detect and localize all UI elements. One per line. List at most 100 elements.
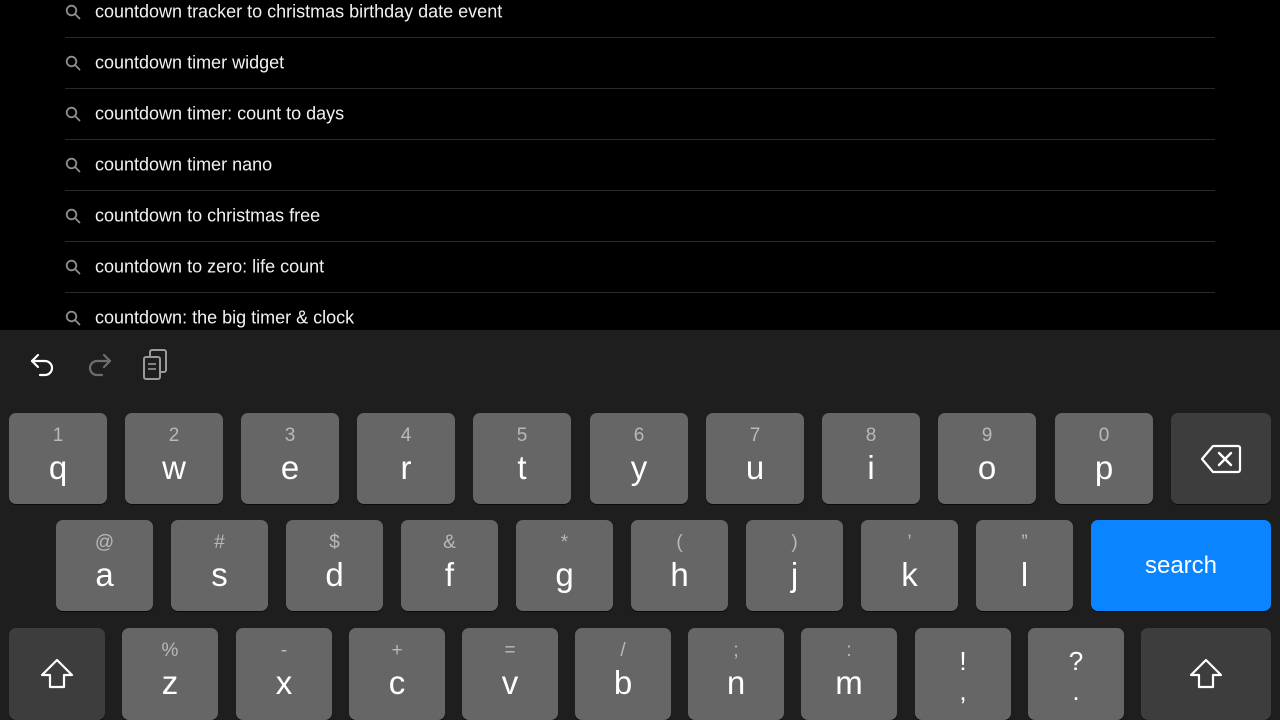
suggestion-item[interactable]: countdown to zero: life count — [65, 242, 1215, 293]
key-label: x — [275, 664, 293, 701]
key-alt-label: ( — [676, 532, 683, 553]
key-label: r — [400, 449, 412, 486]
key-label: f — [444, 556, 455, 593]
backspace-icon — [1200, 444, 1242, 473]
key-label-bottom: . — [1072, 676, 1080, 706]
key-alt-label: 3 — [284, 425, 296, 446]
search-icon — [65, 157, 81, 173]
paste-button[interactable] — [137, 347, 173, 383]
key-u[interactable]: 7u — [706, 413, 804, 504]
key-k[interactable]: ’ k — [861, 520, 958, 611]
key-y[interactable]: 6y — [590, 413, 688, 504]
key-e[interactable]: 3e — [241, 413, 339, 504]
key-alt-label: 2 — [168, 425, 180, 446]
key-x[interactable]: -x — [236, 628, 332, 720]
key-label: k — [901, 556, 918, 593]
key-o[interactable]: 9o — [938, 413, 1036, 504]
shift-key-right[interactable] — [1141, 628, 1271, 720]
key-alt-label: ” — [1021, 532, 1028, 553]
paste-icon — [143, 349, 167, 380]
key-alt-label: 8 — [865, 425, 877, 446]
search-icon — [65, 4, 81, 20]
redo-button[interactable] — [81, 347, 117, 383]
key-label: t — [517, 449, 527, 486]
shift-key-left[interactable] — [9, 628, 105, 720]
key-label: i — [867, 449, 875, 486]
key-w[interactable]: 2w — [125, 413, 223, 504]
key-alt-label: 1 — [52, 425, 64, 446]
key-label: v — [501, 664, 519, 701]
key-label: y — [630, 449, 648, 486]
key-alt-label: : — [846, 640, 852, 661]
backspace-key[interactable] — [1171, 413, 1271, 504]
key-c[interactable]: + c — [349, 628, 445, 720]
search-key[interactable]: search — [1091, 520, 1271, 611]
key-label: c — [388, 664, 406, 701]
search-key-label: search — [1144, 551, 1218, 579]
key-i[interactable]: 8i — [822, 413, 920, 504]
key-label: h — [670, 556, 689, 593]
suggestion-text: countdown: the big timer & clock — [95, 307, 355, 328]
key-alt-label: & — [443, 532, 456, 553]
onscreen-keyboard: 1q 2w 3e 4r 5t 6y 7u 8i 9o 0p @ a # s $ d &… — [0, 330, 1280, 720]
key-v[interactable]: = v — [462, 628, 558, 720]
key-m[interactable]: :m — [801, 628, 897, 720]
search-icon — [65, 106, 81, 122]
search-icon — [65, 208, 81, 224]
key-h[interactable]: (h — [631, 520, 728, 611]
key-a[interactable]: @ a — [56, 520, 153, 611]
key-alt-label: 0 — [1098, 425, 1110, 446]
key-n[interactable]: ; n — [688, 628, 784, 720]
key-question-period[interactable]: ? . — [1028, 628, 1124, 720]
key-label: l — [1020, 556, 1029, 593]
suggestion-item[interactable]: countdown tracker to christmas birthday … — [65, 0, 1215, 38]
key-exclamation-comma[interactable]: ! , — [915, 628, 1011, 720]
suggestion-text: countdown timer widget — [95, 52, 285, 73]
key-label: w — [162, 449, 186, 486]
key-b[interactable]: / b — [575, 628, 671, 720]
suggestion-text: countdown timer: count to days — [95, 103, 345, 124]
suggestion-text: countdown tracker to christmas birthday … — [95, 1, 503, 22]
key-f[interactable]: & f — [401, 520, 498, 611]
key-alt-label: ’ — [907, 532, 912, 553]
suggestion-item[interactable]: countdown timer widget — [65, 38, 1215, 89]
suggestion-item[interactable]: countdown: the big timer & clock — [65, 293, 1215, 330]
key-z[interactable]: % z — [122, 628, 218, 720]
key-alt-label: / — [620, 640, 626, 661]
key-alt-label: ; — [733, 640, 739, 661]
key-alt-label: 6 — [633, 425, 645, 446]
key-alt-label: % — [161, 640, 179, 661]
key-t[interactable]: 5t — [473, 413, 571, 504]
key-g[interactable]: * g — [516, 520, 613, 611]
key-label: s — [211, 556, 228, 593]
suggestion-text: countdown to zero: life count — [95, 256, 325, 277]
key-label: n — [726, 664, 746, 701]
key-alt-label: * — [560, 532, 569, 553]
key-label: p — [1094, 449, 1114, 486]
undo-button[interactable] — [25, 347, 61, 383]
suggestion-text: countdown to christmas free — [95, 205, 321, 226]
key-label-bottom: , — [959, 676, 967, 706]
key-d[interactable]: $ d — [286, 520, 383, 611]
key-label: q — [48, 449, 68, 486]
search-icon — [65, 55, 81, 71]
key-label: j — [790, 556, 799, 593]
key-alt-label: @ — [94, 532, 115, 553]
key-j[interactable]: ) j — [746, 520, 843, 611]
suggestion-item[interactable]: countdown to christmas free — [65, 191, 1215, 242]
key-alt-label: 7 — [749, 425, 761, 446]
suggestion-item[interactable]: countdown timer nano — [65, 140, 1215, 191]
suggestion-item[interactable]: countdown timer: count to days — [65, 89, 1215, 140]
key-alt-label: + — [391, 640, 403, 661]
key-label: g — [555, 556, 574, 593]
key-l[interactable]: ” l — [976, 520, 1073, 611]
shift-icon — [1189, 658, 1223, 689]
key-label: m — [835, 664, 863, 701]
key-s[interactable]: # s — [171, 520, 268, 611]
key-label: o — [977, 449, 997, 486]
key-alt-label: = — [504, 640, 516, 661]
key-p[interactable]: 0p — [1055, 413, 1153, 504]
key-r[interactable]: 4r — [357, 413, 455, 504]
key-q[interactable]: 1q — [9, 413, 107, 504]
shift-icon — [40, 658, 74, 689]
